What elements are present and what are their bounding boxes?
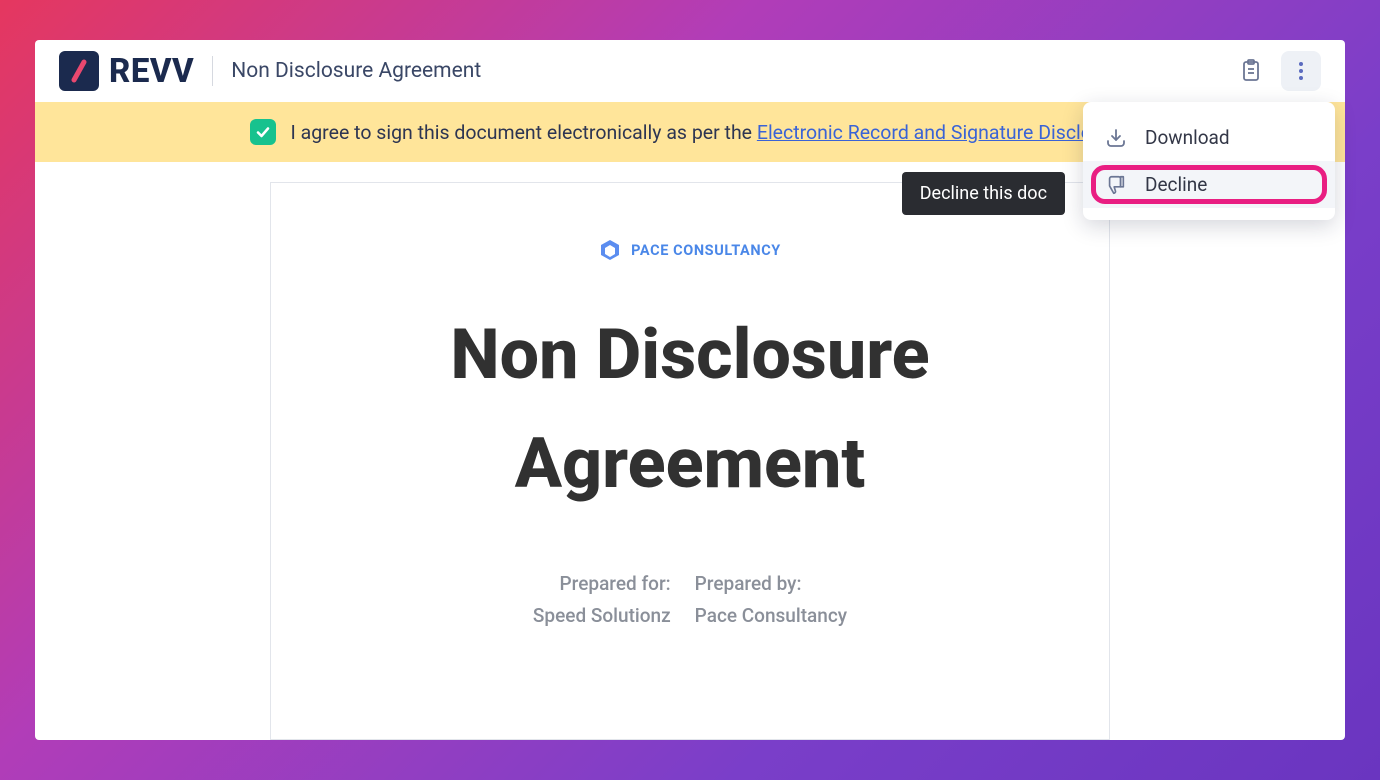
more-options-button[interactable] xyxy=(1281,51,1321,91)
prepared-for-label: Prepared for: xyxy=(533,568,671,600)
company-badge: PACE CONSULTANCY xyxy=(331,239,1049,261)
thumbs-down-icon xyxy=(1105,174,1127,196)
prepared-section: Prepared for: Speed Solutionz Prepared b… xyxy=(331,568,1049,633)
consent-text: I agree to sign this document electronic… xyxy=(290,121,1129,144)
menu-item-decline[interactable]: Decline xyxy=(1083,161,1335,208)
consent-checkbox[interactable] xyxy=(250,119,276,145)
document-heading: Non Disclosure Agreement xyxy=(331,301,1049,518)
document-title: Non Disclosure Agreement xyxy=(231,59,481,83)
prepared-by-value: Pace Consultancy xyxy=(695,600,847,632)
header-actions xyxy=(1231,51,1321,91)
document-viewport: PACE CONSULTANCY Non Disclosure Agreemen… xyxy=(35,162,1345,740)
prepared-for-value: Speed Solutionz xyxy=(533,600,671,632)
consent-text-prefix: I agree to sign this document electronic… xyxy=(290,121,756,144)
document-page: PACE CONSULTANCY Non Disclosure Agreemen… xyxy=(270,182,1110,740)
download-icon xyxy=(1105,127,1127,149)
clipboard-icon[interactable] xyxy=(1231,51,1271,91)
company-name: PACE CONSULTANCY xyxy=(631,242,781,259)
menu-item-download[interactable]: Download xyxy=(1083,114,1335,161)
prepared-by-label: Prepared by: xyxy=(695,568,847,600)
menu-item-decline-label: Decline xyxy=(1145,173,1207,196)
company-logo-icon xyxy=(599,239,621,261)
prepared-for-column: Prepared for: Speed Solutionz xyxy=(533,568,671,633)
app-window: REVV Non Disclosure Agreement xyxy=(35,40,1345,740)
prepared-by-column: Prepared by: Pace Consultancy xyxy=(695,568,847,633)
header-bar: REVV Non Disclosure Agreement xyxy=(35,40,1345,102)
decline-tooltip: Decline this doc xyxy=(902,172,1065,215)
brand-name: REVV xyxy=(109,52,194,91)
header-divider xyxy=(212,56,213,86)
menu-item-download-label: Download xyxy=(1145,126,1230,149)
brand-logo-icon xyxy=(59,51,99,91)
more-options-menu: Download Decline xyxy=(1083,102,1335,220)
consent-disclosure-link[interactable]: Electronic Record and Signature Disclosu… xyxy=(757,121,1130,144)
